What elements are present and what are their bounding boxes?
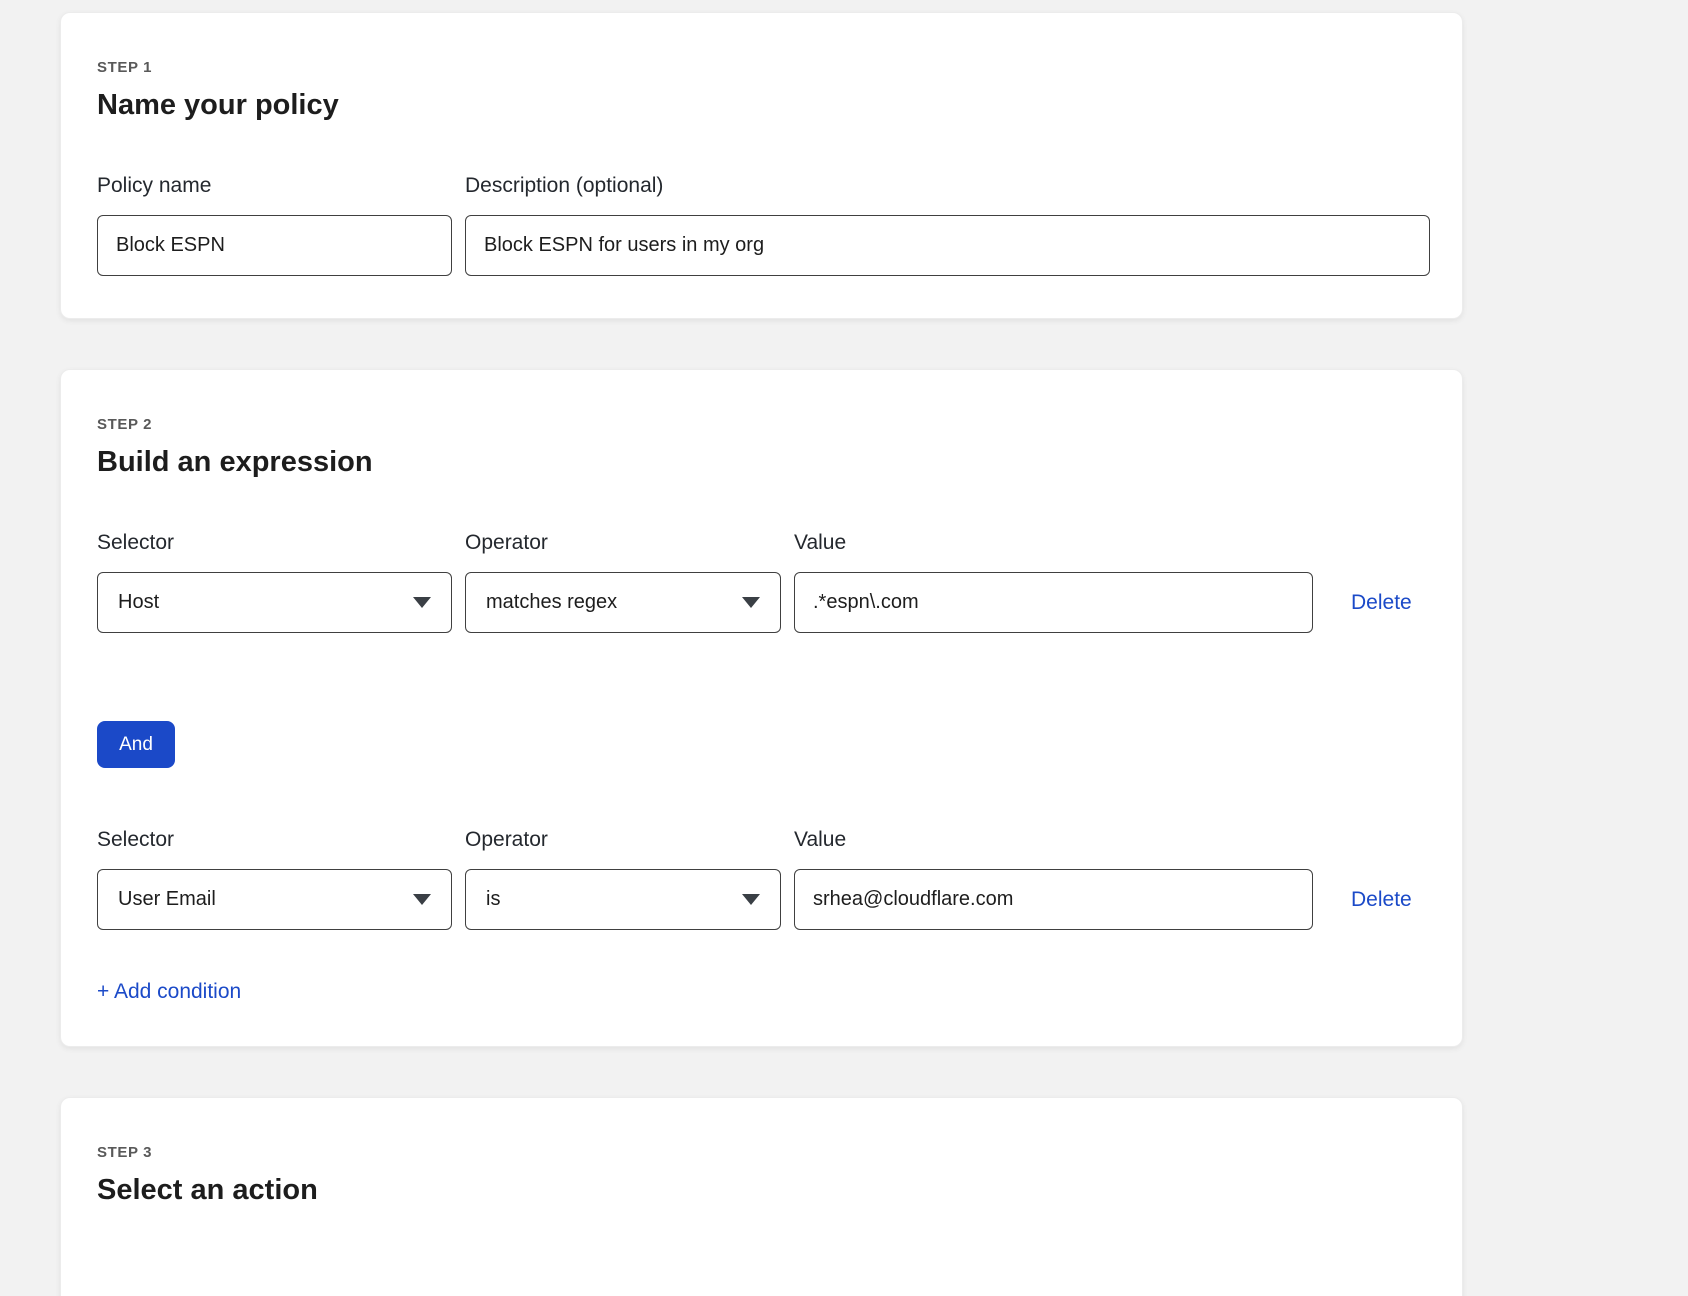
- value-field-1: Value: [794, 531, 1313, 633]
- selector-dropdown-1-value: Host: [118, 591, 159, 614]
- step1-card: STEP 1 Name your policy Policy name Desc…: [60, 12, 1463, 319]
- operator-dropdown-2-value: is: [486, 888, 500, 911]
- delete-wrap-1: Delete: [1351, 572, 1412, 633]
- selector-dropdown-2[interactable]: User Email: [97, 869, 452, 930]
- delete-link-2[interactable]: Delete: [1351, 888, 1412, 912]
- chevron-down-icon: [742, 894, 760, 905]
- step3-label: STEP 3: [97, 1144, 1426, 1161]
- condition-row-1: Selector Host Operator matches regex Val…: [97, 531, 1426, 633]
- selector-dropdown-1[interactable]: Host: [97, 572, 452, 633]
- step3-card: STEP 3 Select an action: [60, 1097, 1463, 1296]
- delete-wrap-2: Delete: [1351, 869, 1412, 930]
- description-field: Description (optional): [465, 174, 1430, 276]
- chevron-down-icon: [742, 597, 760, 608]
- selector-dropdown-2-value: User Email: [118, 888, 216, 911]
- value-field-2: Value: [794, 828, 1313, 930]
- operator-label-2: Operator: [465, 828, 781, 852]
- add-condition-link[interactable]: + Add condition: [97, 980, 241, 1004]
- value-input-1[interactable]: [794, 572, 1313, 633]
- policy-name-label: Policy name: [97, 174, 452, 198]
- and-button[interactable]: And: [97, 721, 175, 768]
- step1-label: STEP 1: [97, 59, 1426, 76]
- selector-field-1: Selector Host: [97, 531, 452, 633]
- selector-field-2: Selector User Email: [97, 828, 452, 930]
- operator-dropdown-2[interactable]: is: [465, 869, 781, 930]
- operator-dropdown-1-value: matches regex: [486, 591, 617, 614]
- value-label-1: Value: [794, 531, 1313, 555]
- step2-card: STEP 2 Build an expression Selector Host…: [60, 369, 1463, 1047]
- description-label: Description (optional): [465, 174, 1430, 198]
- operator-field-2: Operator is: [465, 828, 781, 930]
- operator-dropdown-1[interactable]: matches regex: [465, 572, 781, 633]
- value-label-2: Value: [794, 828, 1313, 852]
- policy-name-field: Policy name: [97, 174, 452, 276]
- operator-field-1: Operator matches regex: [465, 531, 781, 633]
- delete-link-1[interactable]: Delete: [1351, 591, 1412, 615]
- step3-title: Select an action: [97, 1174, 1426, 1207]
- step1-title: Name your policy: [97, 89, 1426, 122]
- description-input[interactable]: [465, 215, 1430, 276]
- policy-name-input[interactable]: [97, 215, 452, 276]
- step2-title: Build an expression: [97, 446, 1426, 479]
- chevron-down-icon: [413, 597, 431, 608]
- step2-label: STEP 2: [97, 416, 1426, 433]
- chevron-down-icon: [413, 894, 431, 905]
- value-input-2[interactable]: [794, 869, 1313, 930]
- selector-label-1: Selector: [97, 531, 452, 555]
- step1-fields-row: Policy name Description (optional): [97, 174, 1426, 276]
- operator-label-1: Operator: [465, 531, 781, 555]
- selector-label-2: Selector: [97, 828, 452, 852]
- policy-builder-page: STEP 1 Name your policy Policy name Desc…: [0, 0, 1688, 1296]
- condition-row-2: Selector User Email Operator is Value De…: [97, 828, 1426, 930]
